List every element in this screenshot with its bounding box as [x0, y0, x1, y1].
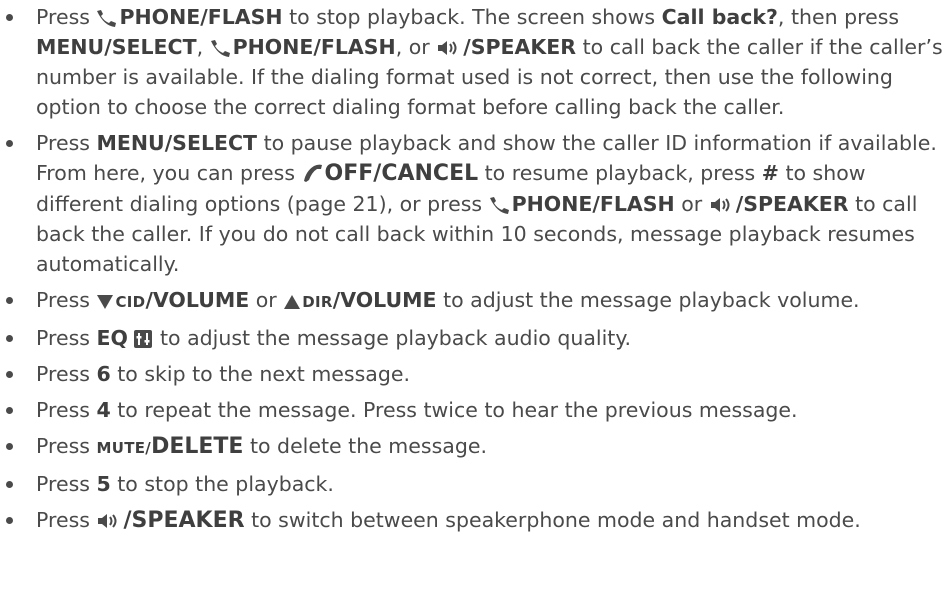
speaker-icon [710, 198, 730, 212]
instruction-page: Press PHONE/FLASH to stop playback. The … [0, 0, 952, 593]
phone-handset-icon [489, 197, 509, 214]
off-cancel-icon [303, 164, 322, 182]
bullet-dot [6, 297, 13, 304]
key-speaker: /SPEAKER [463, 35, 577, 59]
list-item: Press CID/VOLUME or DIR/VOLUME to adjust… [0, 285, 952, 317]
key-speaker: /SPEAKER [735, 192, 849, 216]
key-phone-flash: PHONE/FLASH [232, 35, 396, 59]
key-volume: /VOLUME [332, 288, 437, 312]
key-menu-select: MENU/SELECT [36, 35, 197, 59]
phone-handset-icon [97, 10, 117, 27]
key-cid: CID [115, 293, 146, 311]
bullet-dot [6, 335, 13, 342]
instruction-list: Press PHONE/FLASH to stop playback. The … [0, 2, 952, 542]
phone-handset-icon [210, 40, 230, 57]
bullet-dot [6, 517, 13, 524]
list-item: Press 6 to skip to the next message. [0, 359, 952, 389]
bullet-dot [6, 481, 13, 488]
speaker-icon [438, 41, 457, 55]
key-mute: MUTE/ [96, 439, 152, 457]
key-phone-flash: PHONE/FLASH [119, 5, 283, 29]
key-4: 4 [96, 398, 111, 422]
list-item: Press PHONE/FLASH to stop playback. The … [0, 2, 952, 122]
key-delete: DELETE [151, 434, 244, 459]
bullet-dot [6, 407, 13, 414]
speaker-icon [98, 514, 117, 528]
key-speaker: /SPEAKER [123, 508, 245, 533]
list-item: Press 5 to stop the playback. [0, 469, 952, 499]
key-phone-flash: PHONE/FLASH [511, 192, 675, 216]
key-6: 6 [96, 362, 111, 386]
key-dir: DIR [302, 293, 333, 311]
screen-text-call-back: Call back? [661, 5, 778, 29]
list-item: Press 4 to repeat the message. Press twi… [0, 395, 952, 425]
list-item: Press MUTE/DELETE to delete the message. [0, 431, 952, 463]
bullet-dot [6, 140, 13, 147]
volume-up-triangle-icon [284, 295, 301, 309]
key-off-cancel: OFF/CANCEL [324, 161, 479, 186]
key-eq: EQ [96, 326, 128, 350]
list-item: Press EQ to adjust the message playback … [0, 323, 952, 353]
key-menu-select: MENU/SELECT [96, 131, 258, 155]
bullet-dot [6, 443, 13, 450]
volume-down-triangle-icon [97, 295, 114, 309]
key-volume: /VOLUME [145, 288, 250, 312]
equalizer-icon [134, 330, 153, 348]
list-item: Press /SPEAKER to switch between speaker… [0, 505, 952, 536]
list-item: Press MENU/SELECT to pause playback and … [0, 128, 952, 279]
key-5: 5 [96, 472, 111, 496]
bullet-dot [6, 371, 13, 378]
key-pound: # [761, 161, 779, 185]
bullet-dot [6, 14, 13, 21]
